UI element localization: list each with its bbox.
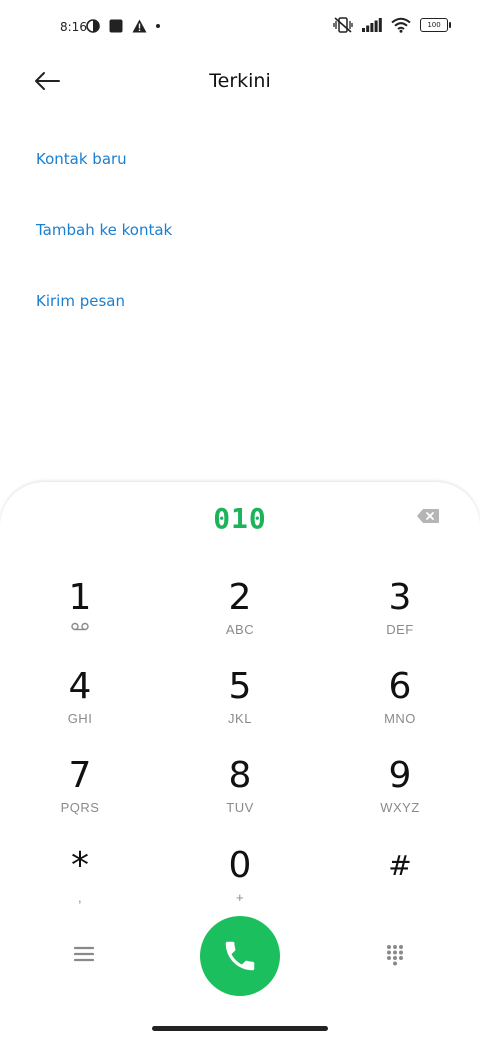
key-letters: PQRS [60, 800, 100, 815]
call-button[interactable] [200, 916, 280, 996]
key-letters: , [77, 890, 83, 905]
wifi-icon [391, 17, 411, 33]
vibrate-off-icon [333, 17, 353, 33]
key-digit: 8 [228, 755, 252, 796]
key-star[interactable]: * , [20, 846, 140, 926]
key-digit: 5 [228, 666, 252, 707]
key-2[interactable]: 2 ABC [180, 578, 300, 658]
key-1[interactable]: 1 [20, 578, 140, 658]
key-digit: 4 [68, 666, 92, 707]
app-notification-icon [109, 19, 123, 33]
data-saver-icon [86, 19, 100, 33]
status-bar: 8:16 100 [0, 0, 480, 56]
key-letters: ABC [225, 622, 255, 637]
key-letters: MNO [384, 711, 416, 726]
key-digit: 2 [228, 577, 252, 618]
key-hash[interactable]: # [340, 846, 460, 926]
battery-level: 100 [427, 21, 441, 29]
keypad-icon[interactable] [386, 944, 404, 966]
more-notifications-icon [156, 24, 160, 28]
key-0[interactable]: 0 + [180, 846, 300, 926]
add-to-contact-link[interactable]: Tambah ke kontak [36, 221, 172, 239]
signal-icon [362, 18, 382, 32]
key-digit: 6 [388, 666, 412, 707]
key-digit: # [388, 849, 412, 882]
menu-icon[interactable] [74, 946, 94, 962]
send-message-link[interactable]: Kirim pesan [36, 292, 125, 310]
key-digit: * [71, 845, 89, 886]
key-3[interactable]: 3 DEF [340, 578, 460, 658]
key-8[interactable]: 8 TUV [180, 756, 300, 836]
key-digit: 1 [68, 577, 92, 618]
key-digit: 0 [228, 845, 252, 886]
dialer-panel: 010 1 2 ABC 3 DEF 4 GHI 5 JKL 6 MNO 7 PQ… [0, 482, 480, 1040]
status-time: 8:16 [60, 20, 87, 34]
key-letters: TUV [226, 800, 254, 815]
key-6[interactable]: 6 MNO [340, 667, 460, 747]
new-contact-link[interactable]: Kontak baru [36, 150, 127, 168]
backspace-icon[interactable] [416, 508, 440, 524]
dialed-number: 010 [213, 502, 267, 535]
key-digit: 3 [388, 577, 412, 618]
key-5[interactable]: 5 JKL [180, 667, 300, 747]
key-digit: 9 [388, 755, 412, 796]
key-letters: GHI [67, 711, 93, 726]
voicemail-icon [71, 622, 89, 631]
key-letters: DEF [386, 622, 414, 637]
key-digit: 7 [68, 755, 92, 796]
key-9[interactable]: 9 WXYZ [340, 756, 460, 836]
header: Terkini [0, 56, 480, 106]
key-letters: + [235, 890, 245, 905]
phone-icon [225, 941, 255, 971]
key-7[interactable]: 7 PQRS [20, 756, 140, 836]
key-4[interactable]: 4 GHI [20, 667, 140, 747]
key-letters: WXYZ [380, 800, 420, 815]
home-indicator[interactable] [152, 1026, 328, 1031]
page-title: Terkini [209, 70, 271, 92]
key-letters: JKL [228, 711, 252, 726]
warning-icon [132, 19, 147, 33]
battery-icon: 100 [420, 18, 451, 32]
